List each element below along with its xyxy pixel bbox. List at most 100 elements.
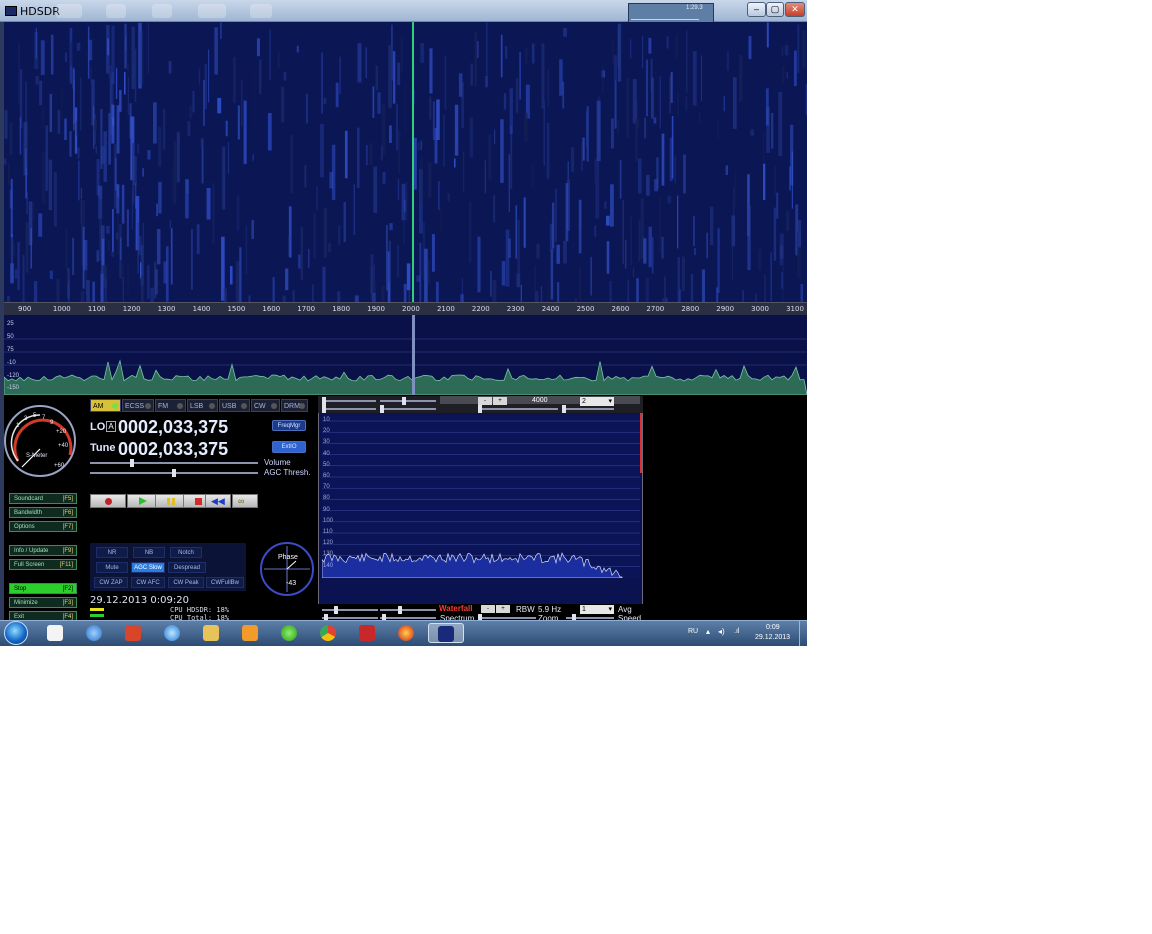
tray-date[interactable]: 29.12.2013 (755, 634, 790, 641)
icq-flower-icon (281, 625, 297, 641)
spectrum-slider-1[interactable] (322, 614, 378, 622)
waterfall-streak (594, 225, 597, 237)
slider-knob[interactable] (402, 397, 406, 405)
tray-volume-icon[interactable]: ◂) (718, 627, 725, 636)
bandwidth-button[interactable]: Bandwidth [F6] (9, 507, 77, 518)
minimize-window-button[interactable]: – (747, 2, 766, 17)
waterfall-streak (733, 187, 735, 223)
rewind-button[interactable]: ◀◀ (205, 494, 231, 508)
show-desktop-button[interactable] (799, 621, 807, 646)
mute-button[interactable]: Mute (96, 562, 128, 573)
taskbar-app-internet-explorer[interactable] (161, 623, 183, 643)
waterfall-streak (798, 220, 802, 248)
cw-zap-button[interactable]: CW ZAP (94, 577, 128, 588)
tray-language[interactable]: RU (688, 628, 698, 635)
notch-button[interactable]: Notch (170, 547, 202, 558)
spectrum-slider-2[interactable] (380, 614, 436, 622)
scope-plot-area[interactable]: 10 20 30 40 50 60 70 80 90 100 110 120 130 140 (321, 415, 640, 579)
freqmgr-button[interactable]: FreqMgr (272, 420, 306, 431)
taskbar-app-media[interactable] (239, 623, 261, 643)
volume-slider[interactable] (90, 459, 258, 467)
tray-up-arrow-icon[interactable]: ▴ (706, 627, 710, 636)
lo-badge[interactable]: A (106, 421, 116, 432)
mode-drm[interactable]: DRM (281, 399, 308, 412)
taskbar-app-office[interactable] (122, 623, 144, 643)
taskbar-app-icq[interactable] (278, 623, 300, 643)
waterfall-slider-1[interactable] (322, 606, 378, 614)
rbw-decrement-button[interactable]: - (481, 605, 495, 613)
mode-usb[interactable]: USB (219, 399, 250, 412)
mode-ecss[interactable]: ECSS (122, 399, 154, 412)
scope-increment-button[interactable]: + (493, 397, 507, 405)
stop-radio-button[interactable]: Stop [F2] (9, 583, 77, 594)
rbw-increment-button[interactable]: + (496, 605, 510, 613)
cw-afc-button[interactable]: CW AFC (131, 577, 165, 588)
speed-slider[interactable] (566, 614, 614, 622)
scope-slider-1[interactable] (322, 397, 376, 405)
title-bar[interactable]: HDSDR 1:29.3 – ▢ ✕ (0, 0, 807, 30)
mode-fm[interactable]: FM (155, 399, 186, 412)
scope-slider-2[interactable] (380, 397, 436, 405)
full-screen-button[interactable]: Full Screen [F11] (9, 559, 77, 570)
cw-peak-button[interactable]: CW Peak (168, 577, 204, 588)
scope-slider-5[interactable] (478, 405, 558, 413)
minimize-button[interactable]: Minimize [F3] (9, 597, 77, 608)
mode-lsb[interactable]: LSB (187, 399, 218, 412)
waterfall-streak (632, 267, 635, 278)
scope-slider-6[interactable] (562, 405, 614, 413)
scope-top-select[interactable]: 2 ▾ (580, 397, 614, 406)
info-update-button[interactable]: Info / Update [F9] (9, 545, 77, 556)
extio-button[interactable]: ExtIO (272, 441, 306, 453)
zoom-slider[interactable] (478, 614, 536, 622)
waterfall-streak (659, 76, 661, 129)
avg-select[interactable]: 1 ▾ (580, 605, 614, 614)
close-window-button[interactable]: ✕ (785, 2, 805, 17)
mode-am[interactable]: AM (90, 399, 121, 412)
slider-knob[interactable] (172, 469, 176, 477)
start-button-windows-icon[interactable] (4, 621, 28, 645)
scope-slider-4[interactable] (380, 405, 436, 413)
despread-button[interactable]: Despread (168, 562, 206, 573)
tune-frequency-display[interactable]: 0002,033,375 (118, 439, 228, 460)
lo-frequency-display[interactable]: 0002,033,375 (118, 417, 228, 438)
tray-network-icon[interactable]: .ıl (734, 628, 739, 635)
record-button[interactable] (90, 494, 126, 508)
slider-knob[interactable] (334, 606, 338, 614)
waterfall-streak (454, 158, 456, 168)
agc-threshold-slider[interactable] (90, 469, 258, 477)
options-button[interactable]: Options [F7] (9, 521, 77, 532)
slider-knob[interactable] (322, 405, 326, 413)
taskbar-app-firefox[interactable] (395, 623, 417, 643)
nb-button[interactable]: NB (133, 547, 165, 558)
slider-knob[interactable] (398, 606, 402, 614)
slider-knob[interactable] (478, 405, 482, 413)
maximize-window-button[interactable]: ▢ (766, 2, 784, 17)
scope-slider-3[interactable] (322, 405, 376, 413)
waterfall-display[interactable] (4, 22, 807, 362)
tray-time[interactable]: 0:09 (766, 624, 780, 631)
nr-button[interactable]: NR (96, 547, 128, 558)
slider-knob[interactable] (562, 405, 566, 413)
loop-button[interactable]: ∞ (232, 494, 258, 508)
mode-cw[interactable]: CW (251, 399, 280, 412)
phase-dial[interactable]: Phase -43 (260, 542, 314, 596)
taskbar-app-explorer[interactable] (200, 623, 222, 643)
cw-fullbw-button[interactable]: CWFullBw (206, 577, 244, 588)
spectrum-display[interactable]: 25 50 75 -10 -120 -150 (3, 315, 807, 396)
waterfall-label[interactable]: Waterfall (439, 604, 473, 613)
pause-button[interactable] (155, 494, 185, 508)
scope-decrement-button[interactable]: - (478, 397, 492, 405)
soundcard-button[interactable]: Soundcard [F5] (9, 493, 77, 504)
taskbar-app-huawei[interactable] (356, 623, 378, 643)
slider-knob[interactable] (130, 459, 134, 467)
waterfall-slider-2[interactable] (380, 606, 436, 614)
taskbar-app-chrome[interactable] (317, 623, 339, 643)
agc-slow-button[interactable]: AGC Slow (131, 562, 165, 573)
taskbar-app-hdsdr-active[interactable] (428, 623, 464, 643)
taskbar-app-media-player[interactable] (83, 623, 105, 643)
taskbar-app-document[interactable] (44, 623, 66, 643)
slider-knob[interactable] (322, 397, 326, 405)
frequency-scale[interactable]: 900 1000 1100 1200 1300 1400 1500 1600 1700 1800 1… (4, 302, 807, 315)
play-button[interactable] (127, 494, 157, 508)
slider-knob[interactable] (380, 405, 384, 413)
